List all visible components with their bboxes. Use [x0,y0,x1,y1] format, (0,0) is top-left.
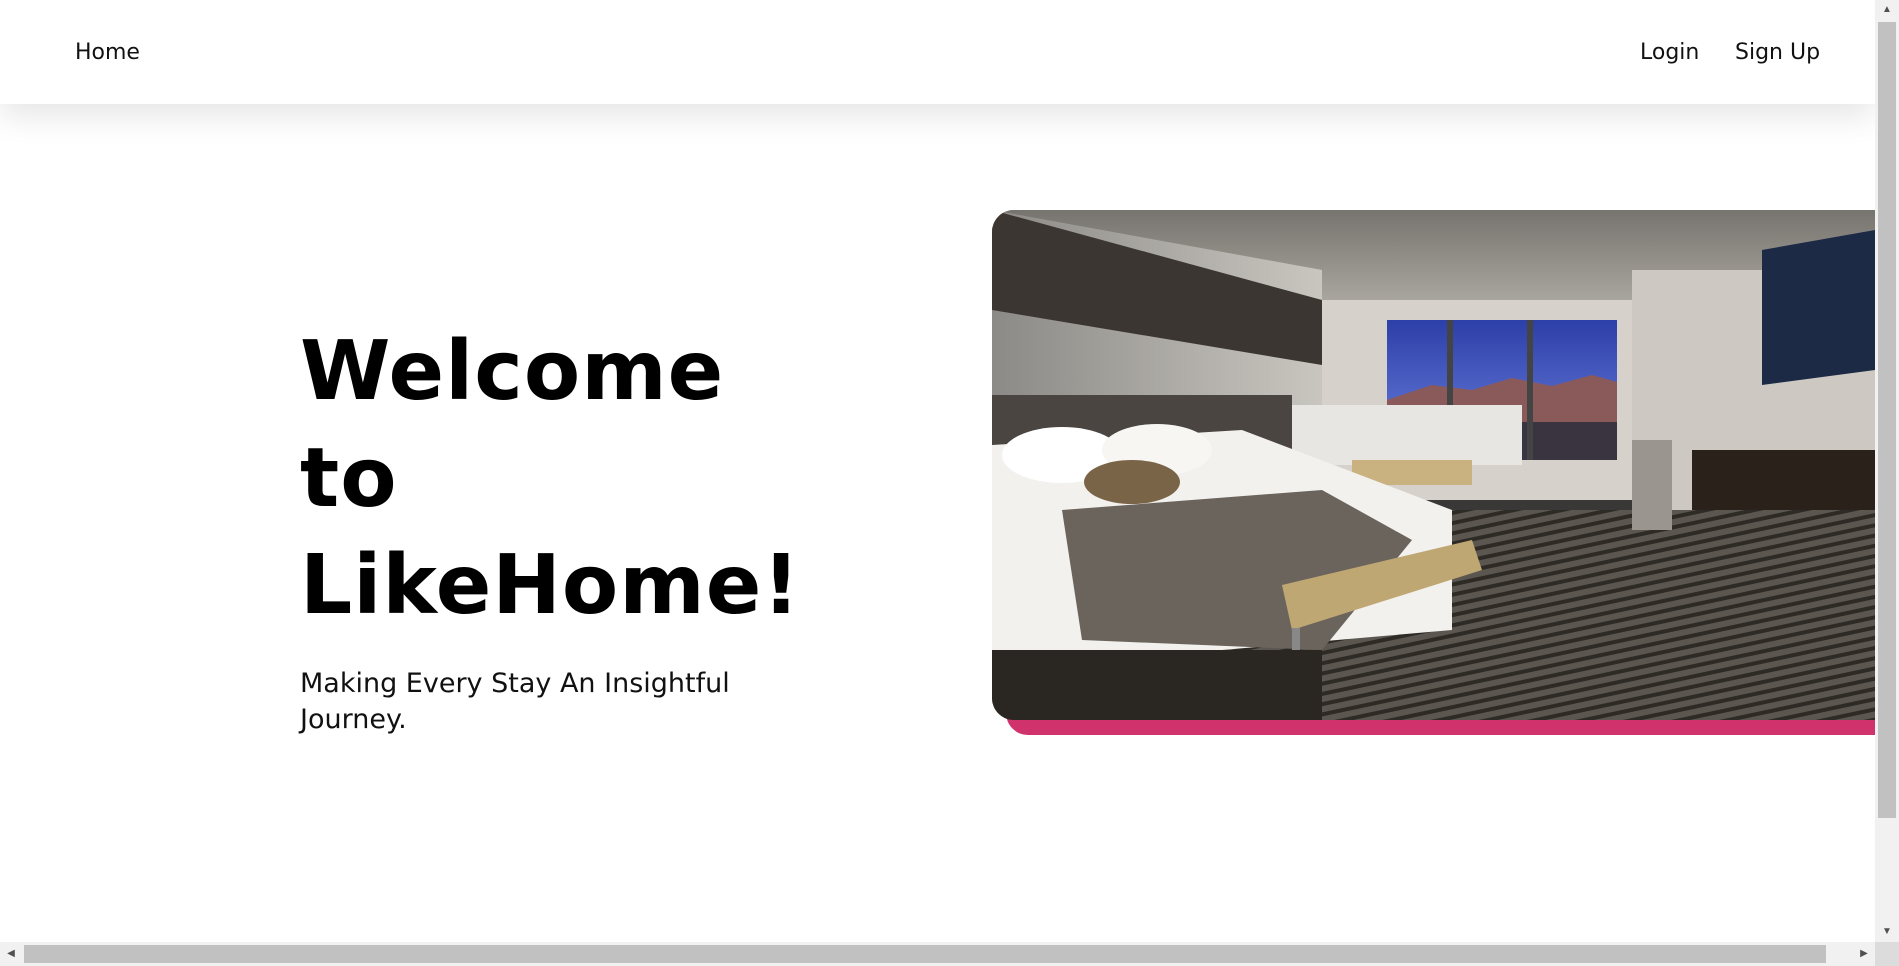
scroll-left-arrow-icon[interactable]: ◀ [0,942,22,966]
scrollbar-corner [1875,942,1899,966]
horizontal-scroll-thumb[interactable] [24,945,1826,963]
hero-image-container [992,210,1875,735]
hero-title-line-2: to [300,431,398,526]
nav-home-link[interactable]: Home [75,40,140,66]
hero-title-line-1: Welcome [300,324,725,419]
top-navbar: Home Login Sign Up [0,0,1875,104]
vertical-scroll-thumb[interactable] [1878,22,1896,818]
horizontal-scrollbar[interactable]: ◀ ▶ [0,942,1875,966]
nav-signup-link[interactable]: Sign Up [1735,40,1820,66]
scroll-right-arrow-icon[interactable]: ▶ [1853,942,1875,966]
nav-login-link[interactable]: Login [1640,40,1699,66]
hero-image [992,210,1875,720]
hero-title-line-3: LikeHome! [300,538,801,633]
scroll-down-arrow-icon[interactable]: ▼ [1875,922,1899,942]
hero-subtitle: Making Every Stay An Insightful Journey. [300,668,730,735]
scroll-up-arrow-icon[interactable]: ▲ [1875,0,1899,20]
vertical-scrollbar[interactable]: ▲ ▼ [1875,0,1899,942]
hero-title: Welcome to LikeHome! [300,318,820,639]
page-viewport: Home Login Sign Up Welcome to LikeHome! … [0,0,1875,942]
